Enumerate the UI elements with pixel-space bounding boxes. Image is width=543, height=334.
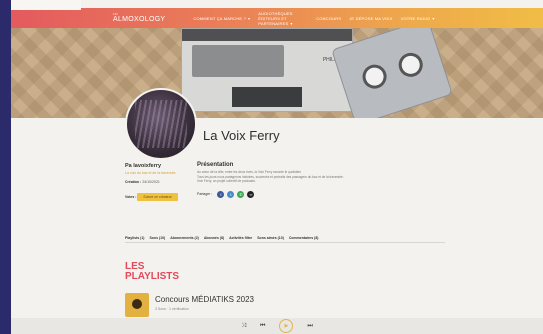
created-label: Création : [125, 180, 142, 184]
logo-text: ALMOXOLOGY [113, 16, 166, 23]
previous-icon[interactable]: ⏮ [260, 323, 265, 330]
page: ••• ALMOXOLOGY Comment ça marche ? ▾ Audi… [11, 0, 543, 334]
follow-button[interactable]: Suivre ce créateur [137, 193, 178, 201]
nav-item-label: Audiothèques éditeurs et partenaires [258, 10, 293, 26]
tab-sons[interactable]: Sons (10) [149, 236, 165, 240]
cassette-reel-icon [359, 61, 390, 92]
playlists-heading-line2: PLAYLISTS [125, 271, 180, 282]
profile-info: Pa lavoixferry La voix du bac et de la t… [125, 163, 203, 201]
playlist-item[interactable]: Concours MÉDIATIKS 2023 3 Sons · 1 vérif… [125, 293, 425, 317]
site-logo[interactable]: ••• ALMOXOLOGY [113, 11, 166, 23]
nav-item-label: Votre radio [400, 15, 431, 21]
nav-items: Comment ça marche ? ▾ Audiothèques éditeu… [193, 11, 434, 26]
playlist-thumbnail [125, 293, 149, 317]
cassette-reel-icon [395, 49, 426, 80]
created-value: 24/10/2021 [142, 180, 160, 184]
profile-banner: PHILIPS [11, 28, 543, 118]
username: Pa lavoixferry [125, 163, 162, 169]
top-corner [11, 0, 81, 10]
votes: Votes : Suivre ce créateur [125, 189, 203, 201]
playlist-logo-icon [132, 299, 142, 309]
twitter-icon[interactable]: t [227, 190, 235, 198]
top-nav: ••• ALMOXOLOGY Comment ça marche ? ▾ Audi… [11, 8, 543, 28]
presentation-text: Au cœur de la ville, entre les deux rive… [197, 170, 447, 184]
recorder-window [192, 45, 284, 77]
presentation-line: Voix Ferry, un projet collectif de podca… [197, 179, 256, 183]
created-date: Création : 24/10/2021 [125, 180, 203, 184]
playlists-heading: LES PLAYLISTS [125, 262, 179, 282]
share-label: Partager : [197, 192, 213, 196]
nav-item-concours[interactable]: Concours [316, 16, 341, 21]
audio-player-bar: ⤨ ⏮ ▶ ⏭ [11, 318, 543, 334]
tab-abonnements[interactable]: Abonnements (2) [170, 236, 199, 240]
link-icon[interactable]: ∞ [247, 190, 255, 198]
nav-item-radio[interactable]: Votre radio ▾ [401, 16, 435, 21]
tape-recorder-image: PHILIPS [181, 28, 353, 112]
left-edge [0, 0, 11, 334]
share-row: Partager : f t ✆ ∞ [197, 190, 447, 198]
tabs-divider [125, 242, 445, 243]
presentation-title: Présentation [197, 162, 234, 168]
chevron-down-icon: ▾ [432, 15, 435, 21]
votes-label: Votes : [125, 195, 137, 199]
tab-playlists[interactable]: Playlists (1) [125, 236, 144, 240]
tab-sons-aimes[interactable]: Sons aimés (10) [257, 236, 284, 240]
shuffle-icon[interactable]: ⤨ [241, 323, 246, 330]
tab-commentaires[interactable]: Commentaires (8) [289, 236, 319, 240]
playlist-subtitle: 3 Sons · 1 vérification [155, 307, 189, 311]
chevron-down-icon: ▾ [290, 20, 293, 26]
nav-item-label: Comment ça marche ? [193, 15, 247, 21]
tab-abonnes[interactable]: Abonnés (8) [204, 236, 224, 240]
whatsapp-icon[interactable]: ✆ [237, 190, 245, 198]
next-icon[interactable]: ⏭ [307, 323, 312, 330]
profile-avatar [125, 88, 197, 160]
recorder-slot [232, 87, 302, 107]
nav-item-how-it-works[interactable]: Comment ça marche ? ▾ [193, 16, 250, 21]
profile-tabs: Playlists (1) Sons (10) Abonnements (2) … [125, 236, 318, 240]
play-icon[interactable]: ▶ [279, 319, 294, 333]
playlist-title[interactable]: Concours MÉDIATIKS 2023 [155, 295, 254, 304]
presentation: Présentation Au cœur de la ville, entre … [197, 162, 447, 198]
profile-title: La Voix Ferry [203, 128, 280, 143]
tab-activites[interactable]: Activités filtre [229, 236, 252, 240]
recorder-strip [182, 29, 352, 41]
facebook-icon[interactable]: f [217, 190, 225, 198]
profile-subtitle: La voix du bac et de la traversée [125, 171, 176, 175]
nav-item-audiotheques[interactable]: Audiothèques éditeurs et partenaires ▾ [258, 11, 308, 26]
nav-item-depose-voix[interactable]: Je dépose ma voix [349, 16, 392, 21]
chevron-down-icon: ▾ [248, 15, 251, 21]
